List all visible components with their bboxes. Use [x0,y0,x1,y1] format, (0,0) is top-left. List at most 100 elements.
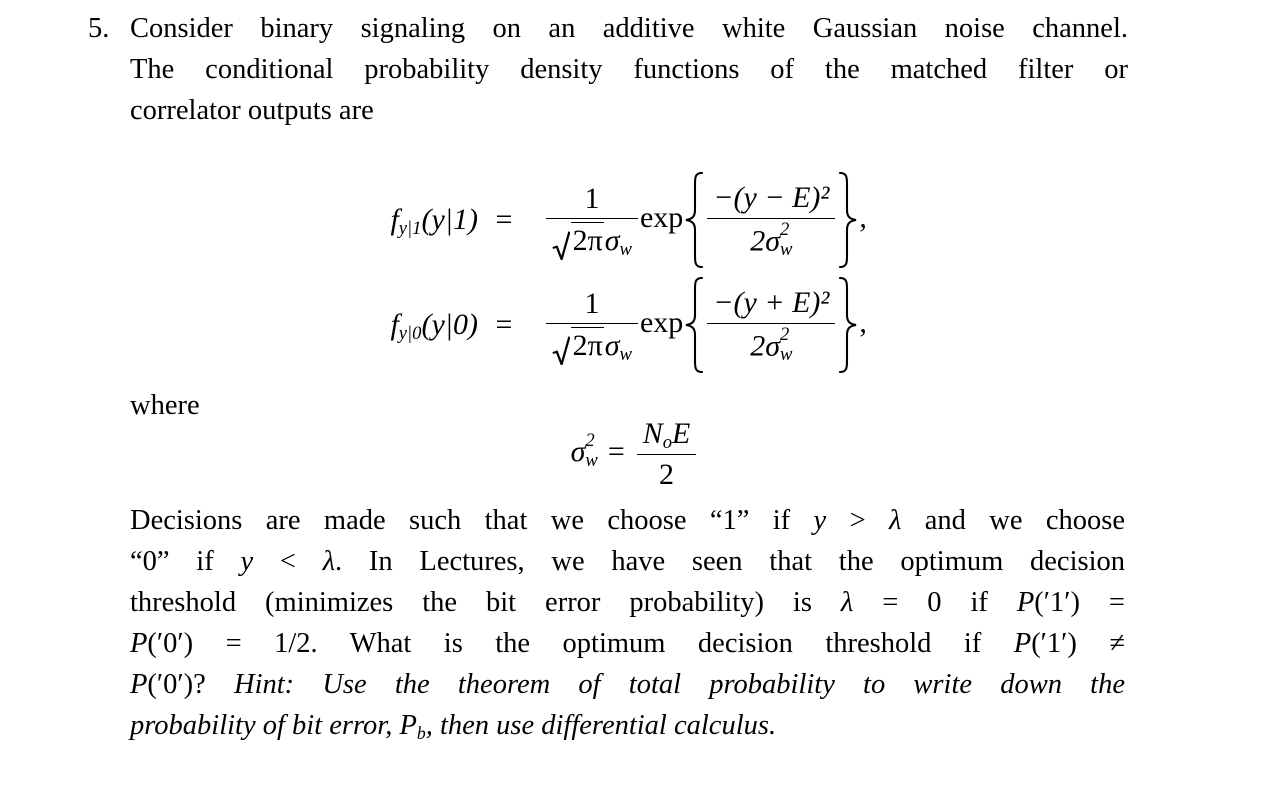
seg-math-P: P [130,669,148,700]
fraction-denominator: 2πσw [546,219,638,263]
equation-row: fy|1(y|1) = 1 2πσw exp −(y − E)² 2σ 2 w, [0,172,1269,268]
radicand: 2π [570,327,604,362]
radical-tick-icon [552,335,571,368]
seg-math-lambda: λ [840,587,854,618]
equation-relation: = [607,435,625,469]
seg-relation: < [253,546,323,577]
equation-relation: = [495,308,513,341]
left-brace-icon [683,277,705,373]
seg-text-tail: (′1′) ≠ [1031,628,1125,659]
exponent-numerator: −(y + E)² [707,286,836,324]
seg-math-y: y [813,505,827,536]
equation-row: fy|0(y|0) = 1 2πσw exp −(y + E)² 2σ 2 w, [0,277,1269,373]
E-symbol: E [672,417,691,450]
f-symbol: f [390,203,399,236]
seg-math-P2: P [1013,628,1032,659]
seg-text-mid: (′0′)? [147,669,234,700]
seg-text-tail: . In Lectures, we have seen that the opt… [335,546,1125,577]
equation-pdf-given-1: fy|1(y|1) = 1 2πσw exp −(y − E)² 2σ 2 w, [0,172,1269,268]
exponent-denominator: 2σ 2 w [707,324,835,364]
fraction-denominator: 2πσw [546,324,638,368]
equation-lhs: fy|0(y|0) [0,308,478,345]
document-page: { "document": { "type": "textbook-proble… [0,0,1269,807]
sigma-subscript: w [780,238,793,260]
problem-block: 5. Consider binary signaling on an addit… [88,8,1128,131]
variance-fraction: NoE 2 [636,417,697,492]
seg-hint-italic: Hint: Use the theorem of total probabili… [233,669,1125,700]
sigma-subscript: w [780,343,793,365]
trailing-comma: , [859,200,867,234]
trailing-comma: , [859,305,867,339]
paragraph-line-4: P(′0′) = 1/2. What is the optimum decisi… [130,623,1125,664]
exponent-fraction: −(y − E)² 2σ 2 w [707,181,836,259]
exp-label: exp [639,305,684,339]
exponent-fraction: −(y + E)² 2σ 2 w [707,286,836,364]
sigma-subscript: w [619,344,632,366]
equation-lhs: fy|1(y|1) [0,203,478,238]
seg-text: Decisions are made such that we choose “… [130,505,814,536]
sigma-exponent: 2 [780,323,790,345]
paragraph-line-1: Decisions are made such that we choose “… [130,500,1125,541]
f-subscript: y|0 [398,323,422,345]
sigma-symbol: σ [604,224,620,257]
equation-rhs: 1 2πσw exp −(y + E)² 2σ 2 w, [530,277,867,373]
seg-text-mid: = 0 if [853,587,1017,618]
seg-math-Pb: P [399,710,417,741]
f-symbol: f [390,308,399,341]
paragraph-line-3: threshold (minimizes the bit error proba… [130,582,1125,623]
seg-hint-italic: probability of bit error, [130,710,400,741]
fraction-numerator: 1 [546,182,638,219]
equation-rhs: 1 2πσw exp −(y − E)² 2σ 2 w, [530,172,867,268]
right-brace-icon [837,172,859,268]
intro-line-2: The conditional probability density func… [130,54,1128,85]
problem-number: 5. [88,13,110,44]
sigma-sub-sup: 2w [780,323,792,363]
radicand: 2π [570,222,604,257]
exponent-denominator: 2σ 2 w [707,219,835,259]
sigma-symbol: σ [604,329,620,362]
fraction-denominator: 2 [659,457,675,491]
seg-math-lambda: λ [322,546,336,577]
sigma-subscript: w [585,450,598,472]
prefactor-fraction: 1 2πσw [546,287,638,368]
exp-label: exp [639,200,684,234]
intro-line-3: correlator outputs are [130,95,374,126]
problem-intro-text: Consider binary signaling on an additive… [130,8,1128,131]
paragraph-line-2: “0” if y < λ. In Lectures, we have seen … [130,541,1125,582]
fraction-numerator: NoE [636,417,697,455]
prefactor-fraction: 1 2πσw [546,182,638,263]
seg-math-lambda: λ [889,505,902,536]
sigma-sub-sup: 2w [780,218,792,258]
seg-math-y: y [240,546,254,577]
paragraph-line-6: probability of bit error, Pb, then use d… [130,705,1125,746]
sigma-subscript: w [619,239,632,261]
f-argument: (y|0) [421,308,478,341]
left-brace-icon [683,172,705,268]
problem-heading: 5. Consider binary signaling on an addit… [88,8,1128,131]
seg-text-mid: (′0′) = 1/2. What is the optimum decisio… [147,628,1014,659]
exponent-numerator: −(y − E)² [707,181,836,219]
radical-tick-icon [552,230,571,263]
equation-relation: = [495,203,513,236]
N-subscript: o [662,432,673,454]
sigma-sub-sup: 2w [585,431,597,469]
seg-math-Pb-subscript: b [416,722,426,743]
variance-expression: σ 2 w = NoE 2 [571,417,699,491]
seg-relation: > [826,505,890,536]
f-argument: (y|1) [421,203,478,236]
sqrt-icon: 2π [552,222,604,263]
seg-hint-italic-tail: , then use differential calculus. [425,710,777,741]
intro-line-1: Consider binary signaling on an additive… [130,13,1128,44]
seg-text-tail: (′1′) = [1034,587,1125,618]
two-sigma: 2σ [750,224,781,258]
decision-threshold-paragraph: Decisions are made such that we choose “… [130,500,1125,746]
seg-text: threshold (minimizes the bit error proba… [130,587,841,618]
paragraph-line-5: P(′0′)? Hint: Use the theorem of total p… [130,664,1125,705]
seg-math-P: P [130,628,148,659]
seg-math-P: P [1016,587,1035,618]
equation-noise-variance: σ 2 w = NoE 2 [0,417,1269,492]
sigma-exponent: 2 [780,218,790,240]
seg-text-tail: and we choose [901,505,1125,536]
N-symbol: N [642,417,663,450]
two-sigma: 2σ [750,329,781,363]
